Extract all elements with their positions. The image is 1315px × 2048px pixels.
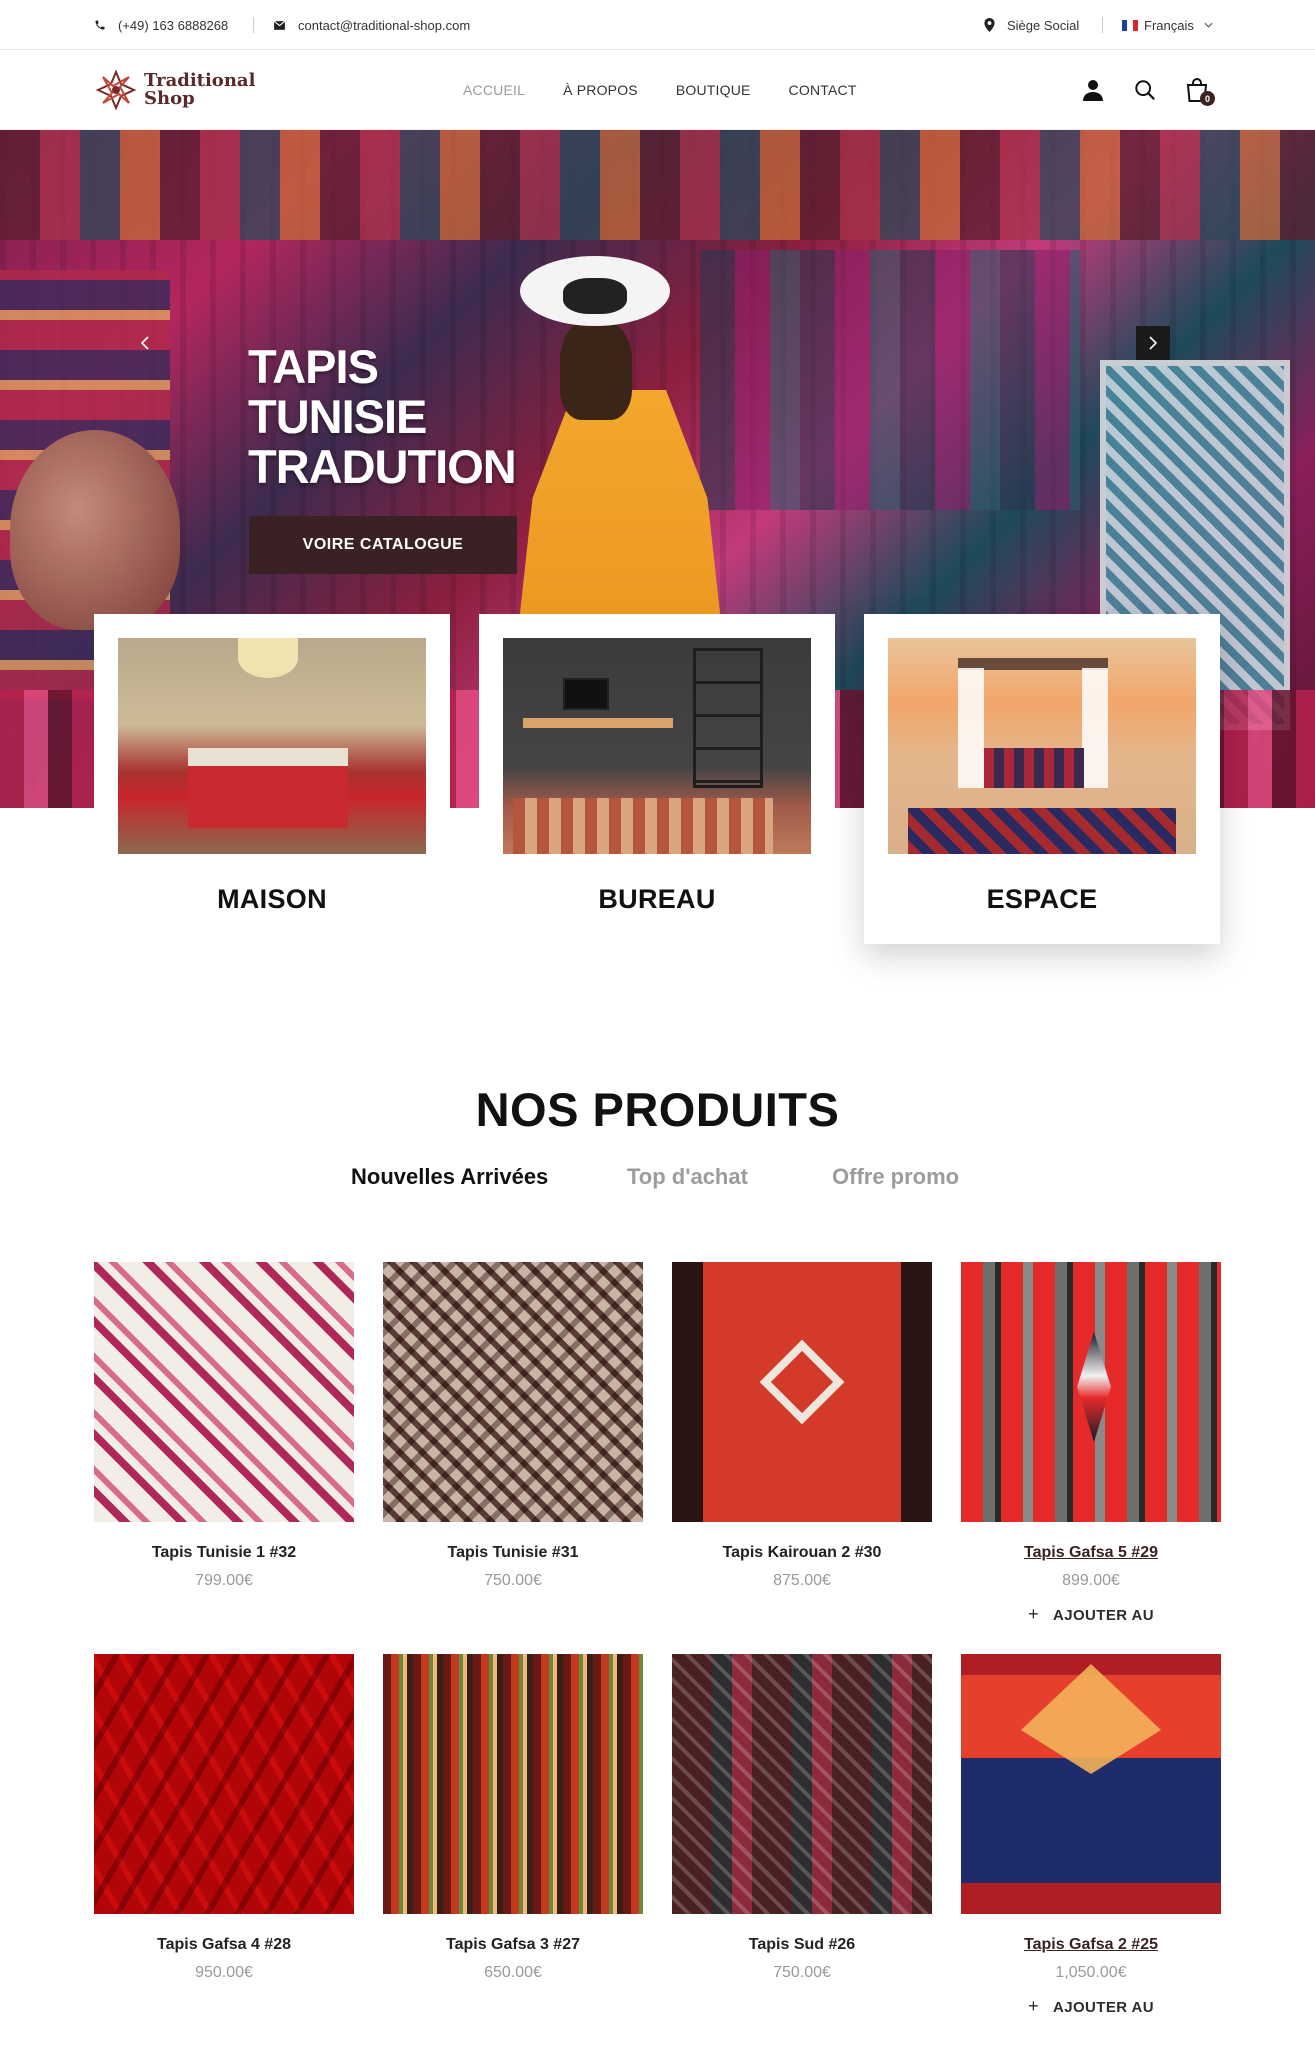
hero-hat-ribbon [563,278,627,314]
nav-boutique[interactable]: BOUTIQUE [676,82,751,98]
language-label: Français [1144,17,1194,33]
product-price: 1,050.00€ [1055,1964,1127,1981]
product-name[interactable]: Tapis Gafsa 2 #25 [961,1936,1221,1954]
email-contact[interactable]: contact@traditional-shop.com [273,0,470,50]
product-name[interactable]: Tapis Kairouan 2 #30 [672,1544,932,1562]
tab-offre-promo[interactable]: Offre promo [832,1164,959,1190]
products-section-title: NOS PRODUITS [475,1083,840,1136]
category-label-bureau: BUREAU [598,884,716,914]
location-link[interactable]: Siège Social [984,0,1079,50]
location-label: Siège Social [1007,17,1080,33]
logo-icon [95,69,137,111]
product-name[interactable]: Tapis Sud #26 [672,1936,932,1954]
plus-icon: + [1028,1996,1039,2016]
category-card-espace[interactable]: ESPACE [864,614,1220,944]
slider-prev-button[interactable] [128,326,162,360]
user-icon [1083,80,1103,101]
add-to-cart-label: AJOUTER AU [1052,1607,1154,1624]
phone-icon [95,20,105,30]
email-address: contact@traditional-shop.com [298,17,471,33]
chevron-left-icon [140,336,149,350]
plus-icon: + [1028,1604,1039,1624]
hero-clay-pot [10,430,180,630]
product-price: 799.00€ [195,1572,253,1589]
tab-top-achat[interactable]: Top d'achat [627,1164,748,1190]
product-price: 875.00€ [773,1572,831,1589]
hero-textile-band [0,130,1315,240]
main-header: Traditional Shop ACCUEIL À PROPOS BOUTIQ… [0,50,1315,130]
nav-a-propos[interactable]: À PROPOS [563,82,638,98]
cart-button[interactable]: 0 [1179,72,1215,108]
add-to-cart-label: AJOUTER AU [1052,1999,1154,2016]
product-image[interactable] [672,1262,932,1522]
phone-number: (+49) 163 6888268 [118,17,229,33]
top-bar: (+49) 163 6888268 contact@traditional-sh… [0,0,1315,50]
category-label-maison: MAISON [217,884,327,914]
product-name[interactable]: Tapis Tunisie 1 #32 [94,1544,354,1562]
product-name[interactable]: Tapis Gafsa 5 #29 [961,1544,1221,1562]
slider-next-button[interactable] [1136,326,1170,360]
account-button[interactable] [1075,72,1111,108]
product-image[interactable] [383,1262,643,1522]
category-card-bureau[interactable]: BUREAU [479,614,835,944]
add-to-cart-button[interactable]: + AJOUTER AU [961,1604,1221,1625]
add-to-cart-button[interactable]: + AJOUTER AU [961,1996,1221,2017]
cart-count-badge: 0 [1200,91,1215,106]
hero-title: TAPIS TUNISIE TRADUTION [248,340,517,493]
main-nav: ACCUEIL À PROPOS BOUTIQUE CONTACT [463,50,895,130]
logo-line-2: Shop [144,88,195,109]
site-logo[interactable]: Traditional Shop [94,66,255,114]
product-image[interactable] [94,1262,354,1522]
category-image-maison [118,638,426,854]
product-price: 650.00€ [484,1964,542,1981]
hero-woman-hair [560,320,632,420]
search-button[interactable] [1127,72,1163,108]
product-tabs: Nouvelles Arrivées Top d'achat Offre pro… [0,1164,1315,1198]
product-price: 950.00€ [195,1964,253,1981]
product-price: 899.00€ [1062,1572,1120,1589]
product-name[interactable]: Tapis Gafsa 3 #27 [383,1936,643,1954]
product-price: 750.00€ [484,1572,542,1589]
product-image[interactable] [672,1654,932,1914]
phone-contact[interactable]: (+49) 163 6888268 [94,0,228,50]
product-image[interactable] [383,1654,643,1914]
logo-text: Traditional Shop [144,72,255,108]
product-image[interactable] [94,1654,354,1914]
category-label-espace: ESPACE [986,884,1098,914]
french-flag-icon [1122,19,1138,31]
category-image-bureau [503,638,811,854]
product-image[interactable] [961,1654,1221,1914]
product-name[interactable]: Tapis Tunisie #31 [383,1544,643,1562]
category-card-maison[interactable]: MAISON [94,614,450,944]
nav-contact[interactable]: CONTACT [789,82,857,98]
header-actions: 0 [1059,72,1215,108]
mail-icon [273,20,286,30]
location-pin-icon [984,18,995,32]
catalogue-button[interactable]: VOIRE CATALOGUE [249,516,517,574]
product-image[interactable] [961,1262,1221,1522]
product-name[interactable]: Tapis Gafsa 4 #28 [94,1936,354,1954]
search-icon [1135,80,1155,100]
divider [253,17,254,33]
language-selector[interactable]: Français [1122,0,1213,50]
hero-hanging-rugs [700,250,1080,510]
chevron-right-icon [1149,336,1158,350]
product-price: 750.00€ [773,1964,831,1981]
divider [1102,17,1103,33]
nav-accueil[interactable]: ACCUEIL [463,82,525,98]
chevron-down-icon [1204,22,1213,28]
category-image-espace [888,638,1196,854]
tab-nouvelles-arrivees[interactable]: Nouvelles Arrivées [351,1164,548,1190]
